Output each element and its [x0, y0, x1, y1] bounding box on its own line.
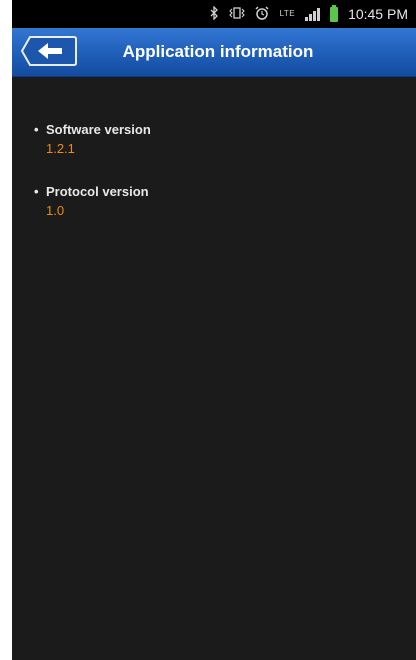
- status-clock: 10:45 PM: [348, 6, 408, 22]
- lte-icon: LTE: [279, 9, 296, 18]
- software-version-label: • Software version: [34, 122, 151, 137]
- battery-icon: [330, 4, 339, 22]
- action-bar: Application information: [12, 28, 416, 77]
- protocol-version-label-text: Protocol version: [46, 184, 149, 199]
- bullet: •: [34, 184, 39, 199]
- signal-icon: [305, 7, 321, 21]
- software-version-value: 1.2.1: [46, 141, 75, 156]
- list-item-software-version: • Software version 1.2.1: [34, 122, 151, 156]
- bluetooth-icon: [210, 4, 219, 23]
- protocol-version-label: • Protocol version: [34, 184, 149, 199]
- list-item-protocol-version: • Protocol version 1.0: [34, 184, 149, 218]
- protocol-version-value: 1.0: [46, 203, 65, 218]
- software-version-label-text: Software version: [46, 122, 151, 137]
- vibrate-icon: [229, 6, 246, 22]
- status-bar: LTE 10:45 PM: [12, 0, 416, 28]
- screen: LTE 10:45 PM Application information • S…: [12, 0, 416, 660]
- alarm-icon: [255, 5, 270, 23]
- page-title: Application information: [122, 42, 314, 61]
- status-icons: LTE 10:45 PM: [210, 0, 408, 28]
- bullet: •: [34, 122, 39, 137]
